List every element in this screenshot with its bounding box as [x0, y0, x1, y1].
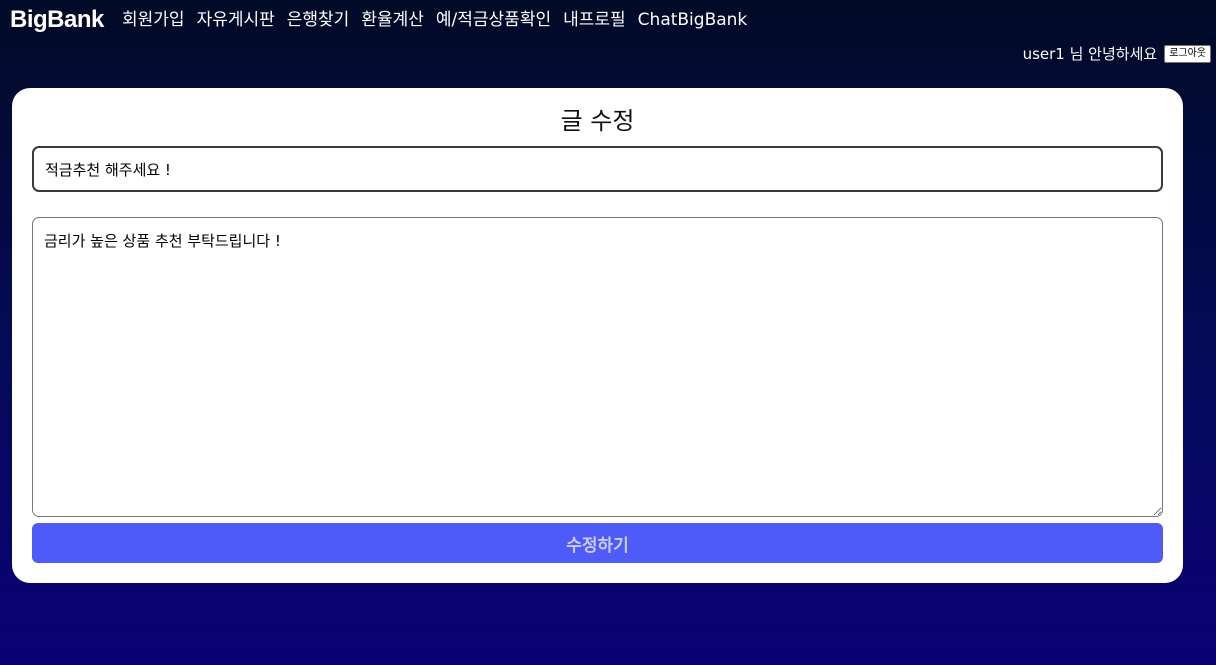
bigbank-logo[interactable]: BigBank	[10, 5, 104, 35]
submit-edit-button[interactable]: 수정하기	[32, 523, 1163, 563]
post-title-input[interactable]	[32, 146, 1163, 192]
nav-link-my-profile[interactable]: 내프로필	[563, 8, 626, 32]
edit-post-card: 글 수정 금리가 높은 상품 추천 부탁드립니다 ! 수정하기	[12, 88, 1183, 583]
nav-link-free-board[interactable]: 자유게시판	[197, 8, 275, 32]
nav-link-deposit-products[interactable]: 예/적금상품확인	[436, 8, 551, 32]
post-content-textarea[interactable]: 금리가 높은 상품 추천 부탁드립니다 !	[32, 217, 1163, 517]
main-nav: 회원가입 자유게시판 은행찾기 환율계산 예/적금상품확인 내프로필 ChatB…	[122, 8, 747, 32]
nav-link-exchange-calculator[interactable]: 환율계산	[361, 8, 424, 32]
top-navigation-bar: BigBank 회원가입 자유게시판 은행찾기 환율계산 예/적금상품확인 내프…	[0, 0, 1216, 42]
nav-link-chatbigbank[interactable]: ChatBigBank	[638, 8, 748, 32]
page-title: 글 수정	[560, 107, 635, 135]
nav-link-find-bank[interactable]: 은행찾기	[287, 8, 350, 32]
nav-link-signup[interactable]: 회원가입	[122, 8, 185, 32]
logout-button[interactable]: 로그아웃	[1164, 45, 1211, 63]
user-greeting-box: user1 님 안녕하세요 로그아웃	[1023, 44, 1211, 64]
user-greeting: user1 님 안녕하세요	[1022, 45, 1158, 63]
